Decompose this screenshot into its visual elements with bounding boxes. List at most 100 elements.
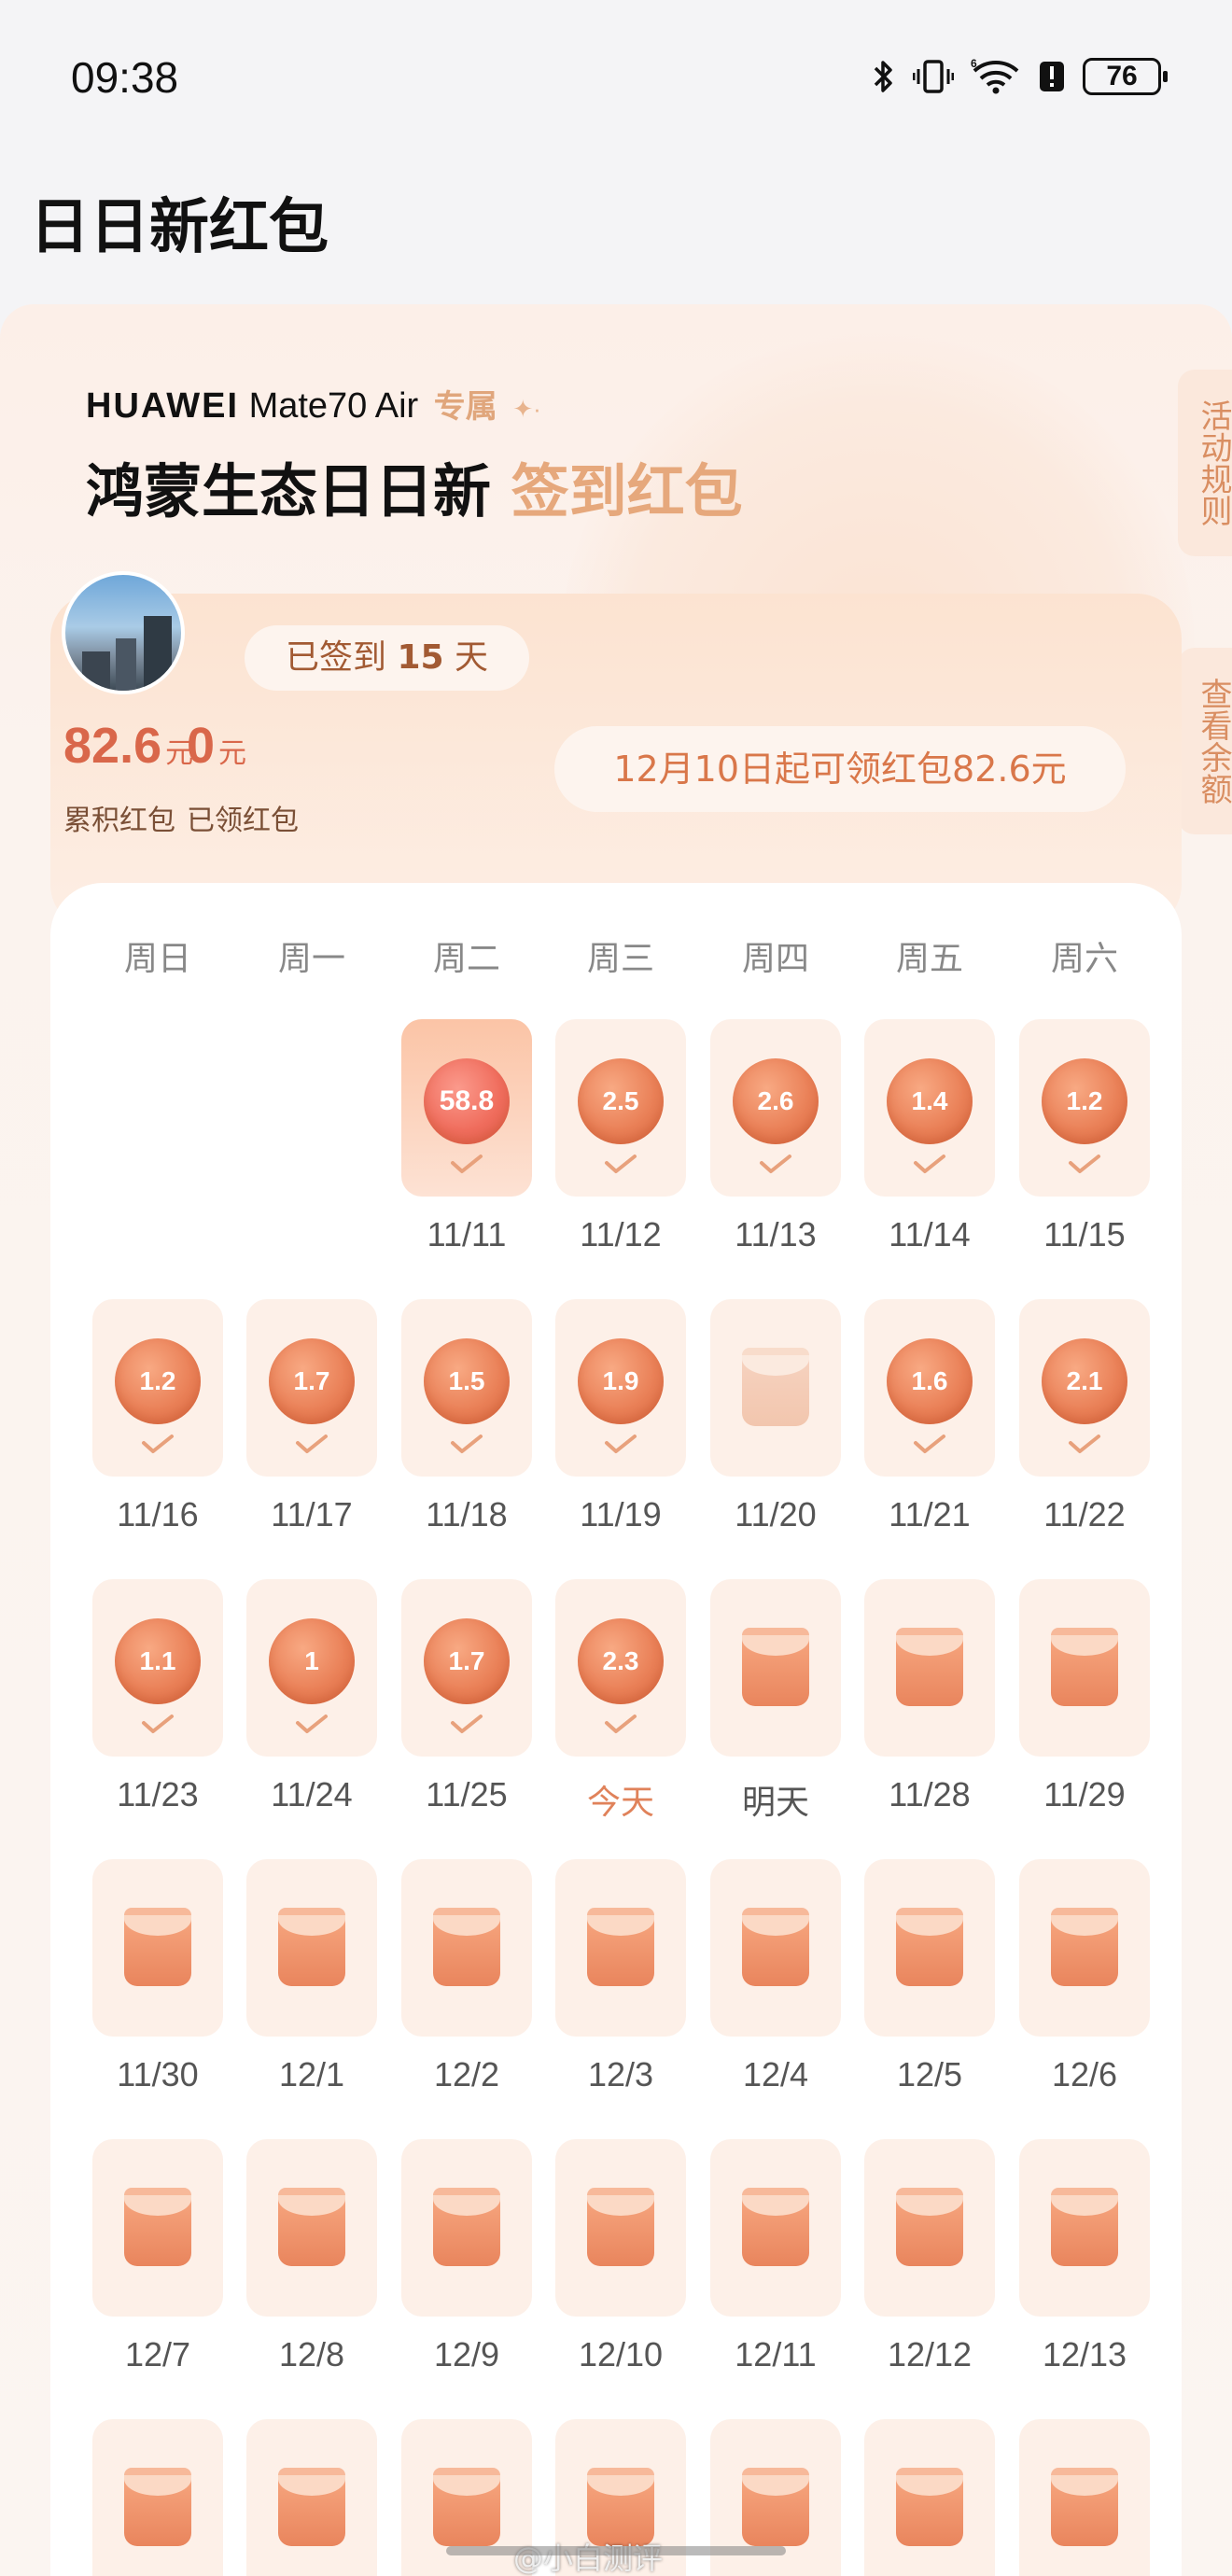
calendar-day[interactable]: [710, 1579, 841, 1757]
check-icon: [760, 1155, 791, 1173]
calendar-day[interactable]: 1.1: [92, 1579, 223, 1757]
red-packet-icon: [742, 2188, 809, 2266]
reward-coin: 58.8: [424, 1058, 510, 1144]
page-title: 日日新红包: [30, 193, 329, 262]
check-icon: [914, 1435, 945, 1453]
check-icon: [1069, 1155, 1100, 1173]
weekday-label: 周一: [277, 940, 345, 978]
day-label: 12/2: [433, 2055, 500, 2093]
reward-coin: 2.6: [733, 1058, 819, 1144]
red-packet-icon: [433, 2188, 500, 2266]
calendar-day[interactable]: 1.7: [246, 1299, 377, 1477]
headline-main: 鸿蒙生态日日新: [86, 457, 492, 525]
day-label: 11/13: [735, 1215, 817, 1253]
check-icon: [605, 1715, 637, 1733]
reward-coin: 2.3: [578, 1618, 664, 1704]
calendar-day[interactable]: [864, 2139, 995, 2317]
calendar-day[interactable]: [246, 2139, 377, 2317]
red-packet-icon: [1051, 2468, 1118, 2546]
reward-coin: 1.1: [115, 1618, 201, 1704]
calendar-day[interactable]: 1: [246, 1579, 377, 1757]
view-balance-tab[interactable]: 查看余额: [1178, 648, 1232, 834]
calendar-day[interactable]: [1019, 1859, 1150, 2037]
weekday-label: 周三: [586, 940, 654, 978]
reward-coin: 1.4: [887, 1058, 973, 1144]
reward-coin: 1.7: [269, 1338, 355, 1424]
reward-coin: 1.5: [424, 1338, 510, 1424]
day-label: 12/12: [887, 2335, 973, 2373]
calendar-day[interactable]: 1.4: [864, 1019, 995, 1197]
calendar-day[interactable]: 2.6: [710, 1019, 841, 1197]
days-suffix: 天: [455, 638, 489, 677]
red-packet-icon: [742, 1908, 809, 1986]
day-label: 12/4: [742, 2055, 809, 2093]
calendar-day[interactable]: 1.7: [401, 1579, 532, 1757]
day-label: 11/11: [427, 1215, 507, 1253]
calendar-day[interactable]: 1.2: [92, 1299, 223, 1477]
check-icon: [451, 1715, 483, 1733]
day-label: 11/17: [271, 1495, 353, 1533]
wifi-icon: 6: [971, 58, 1019, 94]
weekday-label: 周六: [1050, 940, 1118, 978]
check-icon: [914, 1155, 945, 1173]
calendar-day[interactable]: [92, 1859, 223, 2037]
calendar-day[interactable]: [92, 2139, 223, 2317]
calendar-day[interactable]: [710, 1859, 841, 2037]
main-panel: HUAWEI Mate70 Air 专属 ✦· 鸿蒙生态日日新 签到红包 活动规…: [0, 304, 1232, 2576]
calendar-day[interactable]: [92, 2419, 223, 2576]
red-packet-icon: [587, 2188, 654, 2266]
calendar-day[interactable]: [864, 1579, 995, 1757]
activity-rules-tab[interactable]: 活动规则: [1178, 370, 1232, 556]
day-label: 11/14: [889, 1215, 971, 1253]
battery-indicator: 76: [1083, 58, 1168, 95]
day-label: 11/30: [117, 2055, 199, 2093]
calendar-day[interactable]: [401, 2139, 532, 2317]
calendar-day[interactable]: 1.2: [1019, 1019, 1150, 1197]
red-packet-icon: [896, 1628, 963, 1706]
day-label: 12/8: [278, 2335, 345, 2373]
calendar-day[interactable]: [1019, 2419, 1150, 2576]
calendar-day[interactable]: 2.3: [555, 1579, 686, 1757]
day-label: 11/20: [735, 1495, 817, 1533]
weekday-label: 周四: [741, 940, 809, 978]
calendar-day[interactable]: [246, 2419, 377, 2576]
calendar-day[interactable]: [864, 1859, 995, 2037]
calendar-day[interactable]: 1.9: [555, 1299, 686, 1477]
reward-coin: 1: [269, 1618, 355, 1704]
day-label: 12/5: [896, 2055, 963, 2093]
day-label: 11/22: [1043, 1495, 1126, 1533]
day-label: 12/13: [1042, 2335, 1127, 2373]
calendar-day[interactable]: [555, 2139, 686, 2317]
calendar-day[interactable]: 1.5: [401, 1299, 532, 1477]
calendar-day[interactable]: [864, 2419, 995, 2576]
calendar-day[interactable]: 58.8: [401, 1019, 532, 1197]
accumulated-value: 82.6: [63, 718, 162, 774]
day-label: 11/19: [580, 1495, 662, 1533]
headline: 鸿蒙生态日日新 签到红包: [86, 444, 743, 528]
home-indicator[interactable]: [446, 2546, 786, 2555]
day-label: 12/3: [587, 2055, 654, 2093]
calendar-day[interactable]: 2.1: [1019, 1299, 1150, 1477]
calendar-day[interactable]: [246, 1859, 377, 2037]
day-label: 12/7: [124, 2335, 191, 2373]
brand-name: HUAWEI: [86, 386, 239, 426]
calendar-day[interactable]: [1019, 1579, 1150, 1757]
check-icon: [142, 1715, 174, 1733]
calendar-day[interactable]: 2.5: [555, 1019, 686, 1197]
red-packet-icon: [587, 1908, 654, 1986]
red-packet-icon: [433, 1908, 500, 1986]
day-label: 11/16: [117, 1495, 199, 1533]
calendar-day[interactable]: [710, 2139, 841, 2317]
signed-days-badge: 已签到 15 天: [245, 625, 530, 691]
calendar-day[interactable]: 1.6: [864, 1299, 995, 1477]
red-packet-icon: [742, 2468, 809, 2546]
calendar-day[interactable]: [401, 1859, 532, 2037]
headline-accent: 签到红包: [511, 457, 743, 525]
calendar-day[interactable]: [710, 1299, 841, 1477]
check-icon: [451, 1155, 483, 1173]
calendar-day[interactable]: [555, 1859, 686, 2037]
red-packet-icon: [278, 1908, 345, 1986]
red-packet-icon: [896, 1908, 963, 1986]
avatar[interactable]: [62, 571, 185, 694]
calendar-day[interactable]: [1019, 2139, 1150, 2317]
